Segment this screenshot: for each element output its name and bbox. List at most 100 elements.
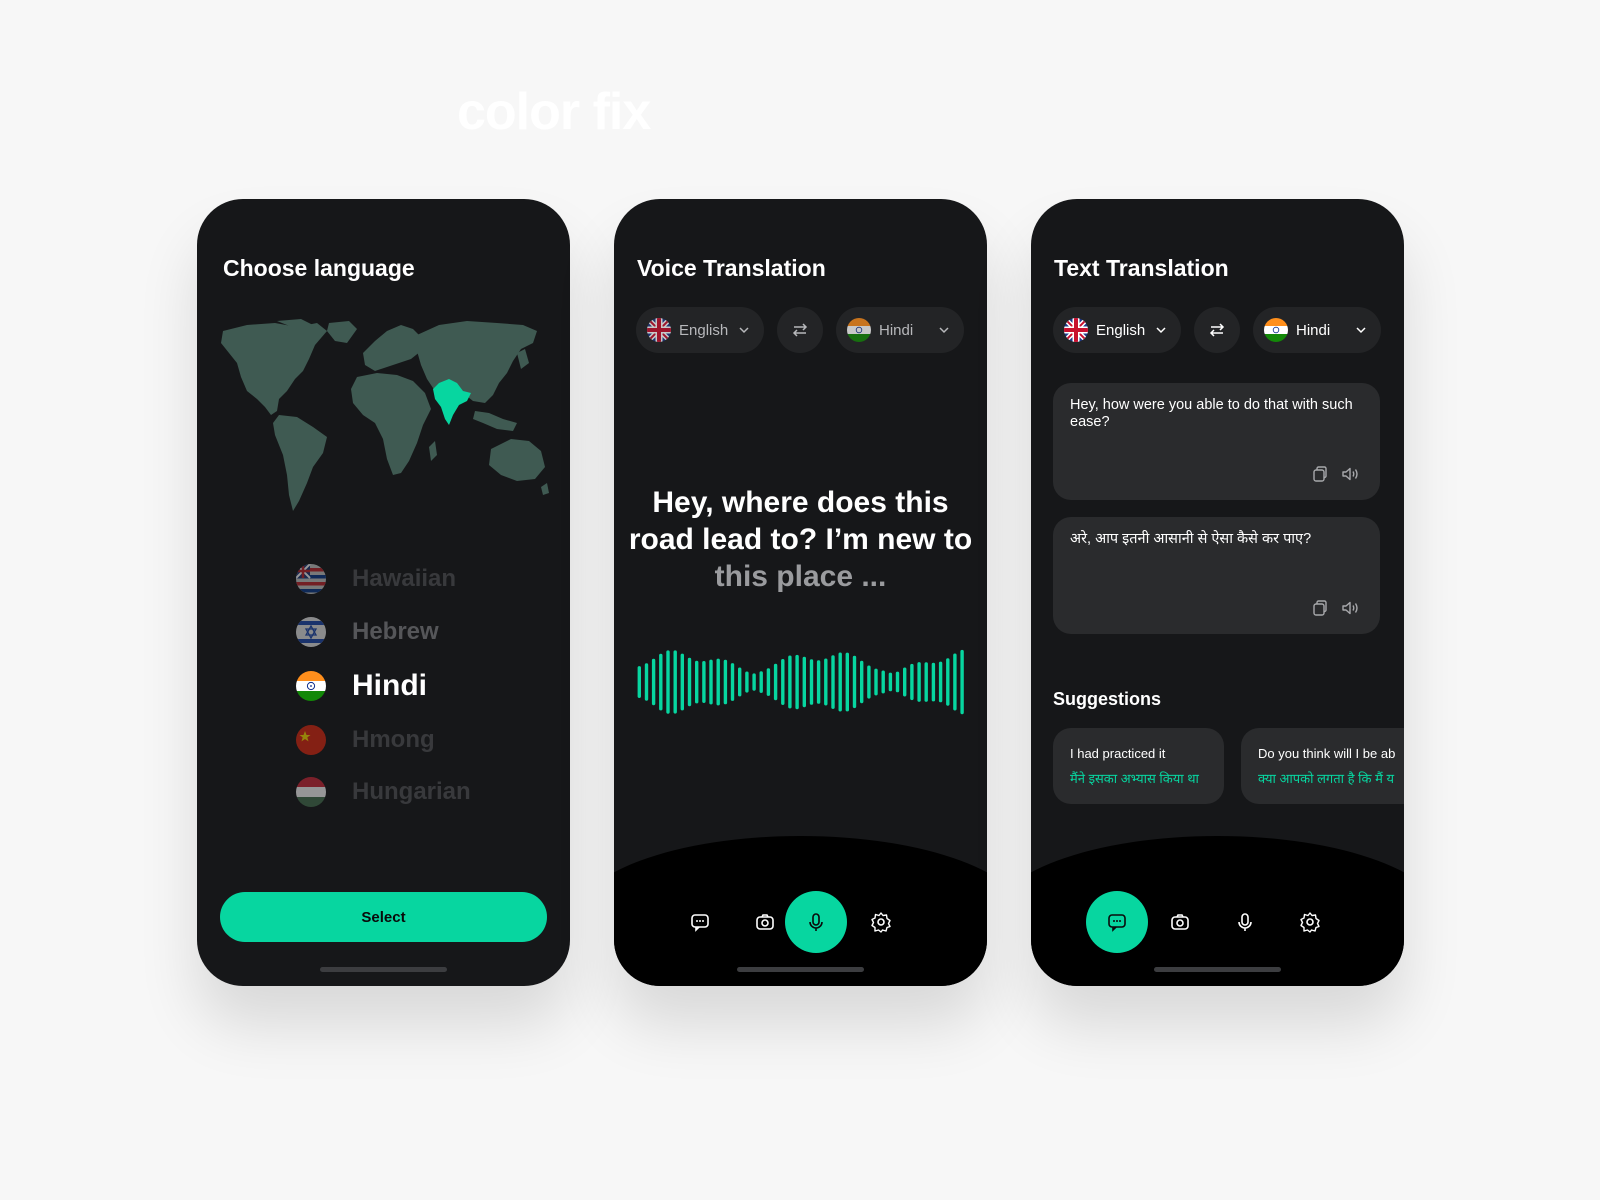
translated-text: अरे, आप इतनी आसानी से ऐसा कैसे कर पाए?: [1070, 531, 1312, 547]
nav-camera-button[interactable]: [1149, 891, 1211, 953]
nav-chat-button[interactable]: [1086, 891, 1148, 953]
waveform-bar: [781, 659, 785, 705]
copy-icon[interactable]: [1310, 464, 1330, 484]
speaker-icon[interactable]: [1340, 464, 1360, 484]
target-language-label: Hindi: [879, 321, 914, 339]
select-button[interactable]: Select: [220, 892, 547, 942]
waveform-bar: [910, 663, 914, 701]
india-flag-icon: [847, 318, 871, 342]
waveform-bar: [946, 658, 950, 706]
screen-title: Voice Translation: [637, 255, 826, 281]
microphone-icon: [809, 913, 823, 931]
home-indicator: [737, 967, 864, 972]
nav-voice-button[interactable]: [1214, 891, 1276, 953]
waveform-bar: [723, 659, 728, 705]
suggestion-text: I had practiced it: [1070, 746, 1166, 761]
waveform-bar: [838, 652, 842, 712]
bottom-nav: [614, 891, 987, 953]
waveform-bar: [809, 659, 814, 705]
waveform-bar: [960, 649, 964, 715]
page-heading: color fix: [457, 83, 651, 141]
screen-title: Choose language: [223, 255, 415, 281]
waveform-bar: [637, 666, 641, 698]
waveform-bar: [687, 657, 692, 707]
screen-title: Text Translation: [1054, 255, 1229, 281]
waveform-bar: [695, 660, 699, 704]
waveform-bar: [795, 654, 799, 710]
waveform-bar: [867, 665, 871, 699]
speaker-icon[interactable]: [1340, 598, 1360, 618]
chevron-down-icon: [739, 327, 749, 334]
source-language-label: English: [1096, 321, 1146, 339]
copy-icon[interactable]: [1310, 598, 1330, 618]
waveform-bar: [860, 660, 864, 704]
waveform-bar: [651, 658, 656, 706]
nav-voice-button[interactable]: [785, 891, 847, 953]
target-language-dropdown[interactable]: Hindi: [1253, 307, 1381, 353]
waveform-bar: [903, 667, 907, 697]
china-flag-icon: [296, 725, 326, 755]
home-indicator: [320, 967, 447, 972]
language-name: Hawaiian: [352, 565, 457, 592]
india-flag-icon: [1264, 318, 1288, 342]
language-name: Hindi: [352, 669, 427, 702]
waveform-bar: [773, 663, 778, 701]
waveform-bar: [924, 662, 928, 702]
settings-icon: [871, 912, 891, 933]
audio-waveform: [637, 649, 964, 715]
world-map: [221, 319, 549, 511]
chevron-down-icon: [939, 327, 949, 334]
source-language-dropdown[interactable]: English: [1053, 307, 1181, 353]
waveform-bar: [895, 671, 900, 693]
text-translation-screen: Text Translation English Hindi Hey, how …: [1031, 199, 1404, 986]
nav-settings-button[interactable]: [1279, 891, 1341, 953]
language-item[interactable]: Hmong: [296, 725, 435, 755]
voice-translation-screen: Voice Translation English Hindi Hey, whe…: [614, 199, 987, 986]
source-text: Hey, how were you able to do that with s…: [1070, 397, 1353, 430]
suggestion-chip[interactable]: I had practiced it मैंने इसका अभ्यास किय…: [1053, 728, 1224, 804]
waveform-bar: [931, 662, 936, 702]
home-indicator: [1154, 967, 1281, 972]
nav-chat-button[interactable]: [669, 891, 731, 953]
suggestion-chip[interactable]: Do you think will I be ab क्या आपको लगता…: [1241, 728, 1404, 804]
waveform-bar: [938, 661, 943, 703]
waveform-bar: [709, 659, 713, 705]
suggestions-title: Suggestions: [1053, 689, 1162, 709]
target-language-label: Hindi: [1296, 321, 1331, 339]
language-name: Hebrew: [352, 618, 439, 645]
waveform-bar: [680, 653, 684, 711]
waveform-bar: [845, 652, 849, 712]
waveform-bar: [644, 663, 649, 701]
chevron-down-icon: [1156, 327, 1166, 334]
swap-languages-button[interactable]: [1194, 307, 1240, 353]
source-language-label: English: [679, 321, 729, 339]
suggestions-list: I had practiced it मैंने इसका अभ्यास किय…: [1053, 728, 1404, 804]
waveform-bar: [881, 670, 885, 694]
waveform-bar: [831, 655, 835, 709]
translated-text-card[interactable]: अरे, आप इतनी आसानी से ऐसा कैसे कर पाए?: [1053, 517, 1380, 634]
transcript-main: Hey, where does this road lead to? I’m n…: [628, 486, 973, 556]
chat-icon: [1108, 914, 1126, 932]
language-name: Hungarian: [352, 778, 471, 805]
waveform-bar: [730, 663, 735, 701]
waveform-bar: [824, 658, 828, 706]
language-item[interactable]: Hungarian: [296, 777, 471, 807]
target-language-dropdown[interactable]: Hindi: [836, 307, 964, 353]
source-language-dropdown[interactable]: English: [636, 307, 764, 353]
uk-flag-icon: [647, 318, 671, 342]
waveform-bar: [766, 668, 771, 696]
swap-languages-button[interactable]: [777, 307, 823, 353]
waveform-bar: [917, 662, 921, 702]
language-item[interactable]: Hebrew: [296, 617, 439, 647]
language-item[interactable]: Hawaiian: [296, 564, 456, 594]
waveform-bar: [745, 671, 749, 693]
waveform-bar: [666, 650, 670, 714]
bottom-nav: [1031, 891, 1404, 953]
voice-transcript: Hey, where does this road lead to? I’m n…: [624, 484, 977, 595]
language-item-selected[interactable]: Hindi: [296, 669, 427, 703]
waveform-bar: [802, 656, 806, 708]
israel-flag-icon: [296, 617, 326, 647]
waveform-bar: [888, 672, 893, 692]
nav-settings-button[interactable]: [850, 891, 912, 953]
source-text-card[interactable]: Hey, how were you able to do that with s…: [1053, 383, 1380, 500]
